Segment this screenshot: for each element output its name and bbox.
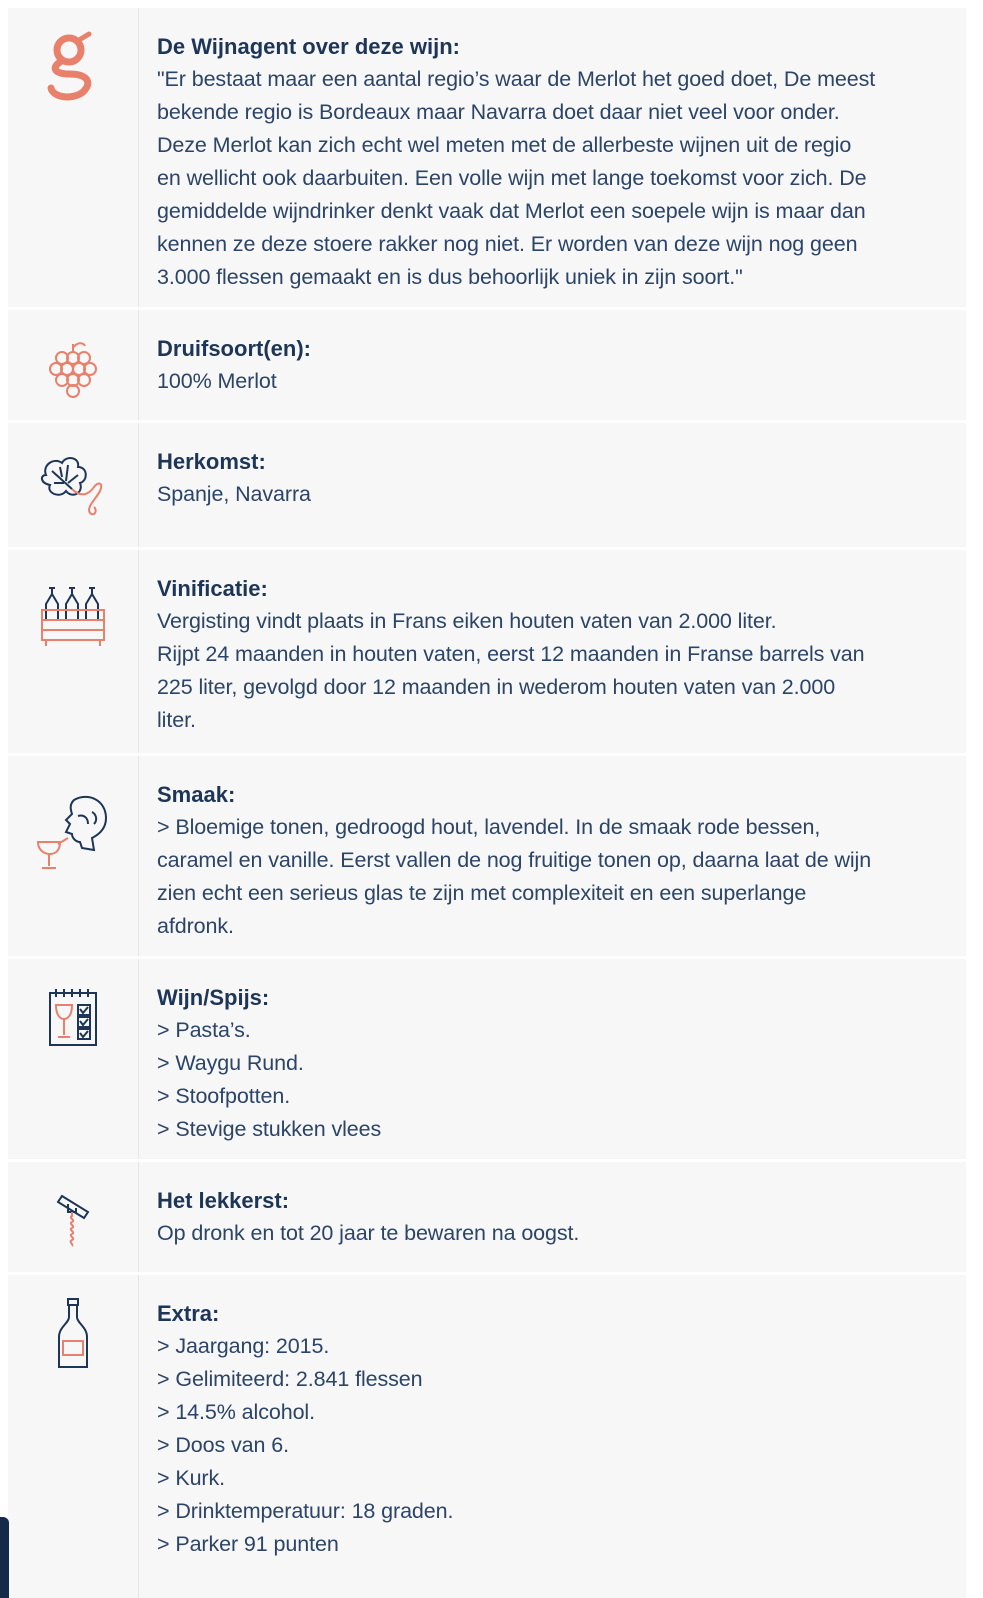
row-extra: Extra: > Jaargang: 2015. > Gelimiteerd: …: [8, 1275, 966, 1598]
extra-content: Extra: > Jaargang: 2015. > Gelimiteerd: …: [157, 1297, 958, 1561]
row-divider: [138, 423, 139, 547]
text-line: > Stoofpotten.: [157, 1084, 291, 1108]
text-line: Deze Merlot kan zich echt wel meten met …: [157, 133, 852, 157]
text-line: > Gelimiteerd: 2.841 flessen: [157, 1367, 423, 1391]
section-title: Wijn/Spijs:: [157, 985, 270, 1010]
section-title: Vinificatie:: [157, 576, 268, 601]
text-line: > Stevige stukken vlees: [157, 1117, 382, 1141]
text-line: kennen ze deze stoere rakker nog niet. E…: [157, 232, 858, 256]
section-text: > Bloemige tonen, gedroogd hout, lavende…: [157, 811, 958, 943]
corkscrew-icon: [32, 1190, 114, 1272]
text-line: "Er bestaat maar een aantal regio’s waar…: [157, 67, 876, 91]
row-taste: Smaak: > Bloemige tonen, gedroogd hout, …: [8, 756, 966, 959]
text-line: caramel en vanille. Eerst vallen de nog …: [157, 848, 872, 872]
taste-content: Smaak: > Bloemige tonen, gedroogd hout, …: [157, 778, 958, 943]
grapes-icon: [32, 338, 114, 420]
text-line: Rijpt 24 maanden in houten vaten, eerst …: [157, 642, 865, 666]
row-drinking: Het lekkerst: Op dronk en tot 20 jaar te…: [8, 1162, 966, 1275]
row-divider: [138, 8, 139, 307]
text-line: bekende regio is Bordeaux maar Navarra d…: [157, 100, 840, 124]
row-vinification: Vinificatie: Vergisting vindt plaats in …: [8, 550, 966, 756]
section-text: Spanje, Navarra: [157, 478, 958, 511]
wine-crate-icon: [32, 584, 114, 666]
side-tab[interactable]: [0, 1517, 9, 1598]
wine-bottle-icon: [32, 1297, 114, 1379]
row-divider: [138, 1275, 139, 1598]
section-text: "Er bestaat maar een aantal regio’s waar…: [157, 63, 958, 294]
wine-details-card: De Wijnagent over deze wijn: "Er bestaat…: [8, 8, 966, 1598]
text-line: gemiddelde wijndrinker denkt vaak dat Me…: [157, 199, 866, 223]
section-text: Op dronk en tot 20 jaar te bewaren na oo…: [157, 1217, 958, 1250]
section-title: De Wijnagent over deze wijn:: [157, 34, 460, 59]
section-title: Herkomst:: [157, 449, 266, 474]
origin-content: Herkomst: Spanje, Navarra: [157, 445, 958, 511]
section-title: Smaak:: [157, 782, 236, 807]
text-line: 3.000 flessen gemaakt en is dus behoorli…: [157, 265, 743, 289]
tasting-face-icon: [32, 790, 114, 872]
row-pairing: Wijn/Spijs: > Pasta’s. > Waygu Rund. > S…: [8, 959, 966, 1162]
section-text: Vergisting vindt plaats in Frans eiken h…: [157, 605, 958, 737]
row-divider: [138, 550, 139, 753]
text-line: > Pasta’s.: [157, 1018, 251, 1042]
section-title: Extra:: [157, 1301, 220, 1326]
section-text: 100% Merlot: [157, 365, 958, 398]
text-line: > Parker 91 punten: [157, 1532, 339, 1556]
text-line: > Bloemige tonen, gedroogd hout, lavende…: [157, 815, 821, 839]
text-line: > Kurk.: [157, 1466, 226, 1490]
wijnagent-logo-icon: [32, 30, 114, 112]
text-line: 100% Merlot: [157, 369, 277, 393]
text-line: en wellicht ook daarbuiten. Een volle wi…: [157, 166, 867, 190]
drinking-content: Het lekkerst: Op dronk en tot 20 jaar te…: [157, 1184, 958, 1250]
row-grapes: Druifsoort(en): 100% Merlot: [8, 310, 966, 423]
section-text: > Jaargang: 2015. > Gelimiteerd: 2.841 f…: [157, 1330, 958, 1561]
row-divider: [138, 310, 139, 420]
text-line: > Drinktemperatuur: 18 graden.: [157, 1499, 454, 1523]
review-content: De Wijnagent over deze wijn: "Er bestaat…: [157, 30, 958, 294]
section-title: Druifsoort(en):: [157, 336, 311, 361]
text-line: Op dronk en tot 20 jaar te bewaren na oo…: [157, 1221, 580, 1245]
text-line: > 14.5% alcohol.: [157, 1400, 315, 1424]
text-line: > Waygu Rund.: [157, 1051, 304, 1075]
text-line: afdronk.: [157, 914, 234, 938]
section-title: Het lekkerst:: [157, 1188, 290, 1213]
section-text: > Pasta’s. > Waygu Rund. > Stoofpotten. …: [157, 1014, 958, 1146]
grapes-content: Druifsoort(en): 100% Merlot: [157, 332, 958, 398]
row-review: De Wijnagent over deze wijn: "Er bestaat…: [8, 8, 966, 310]
row-origin: Herkomst: Spanje, Navarra: [8, 423, 966, 550]
text-line: Vergisting vindt plaats in Frans eiken h…: [157, 609, 777, 633]
text-line: liter.: [157, 708, 196, 732]
text-line: 225 liter, gevolgd door 12 maanden in we…: [157, 675, 836, 699]
vine-leaf-icon: [32, 453, 114, 535]
row-divider: [138, 1162, 139, 1272]
pairing-content: Wijn/Spijs: > Pasta’s. > Waygu Rund. > S…: [157, 981, 958, 1146]
text-line: > Jaargang: 2015.: [157, 1334, 330, 1358]
vinification-content: Vinificatie: Vergisting vindt plaats in …: [157, 572, 958, 737]
row-divider: [138, 756, 139, 956]
text-line: zien echt een serieus glas te zijn met c…: [157, 881, 807, 905]
row-divider: [138, 959, 139, 1159]
text-line: > Doos van 6.: [157, 1433, 289, 1457]
text-line: Spanje, Navarra: [157, 482, 311, 506]
menu-checklist-icon: [32, 987, 114, 1069]
